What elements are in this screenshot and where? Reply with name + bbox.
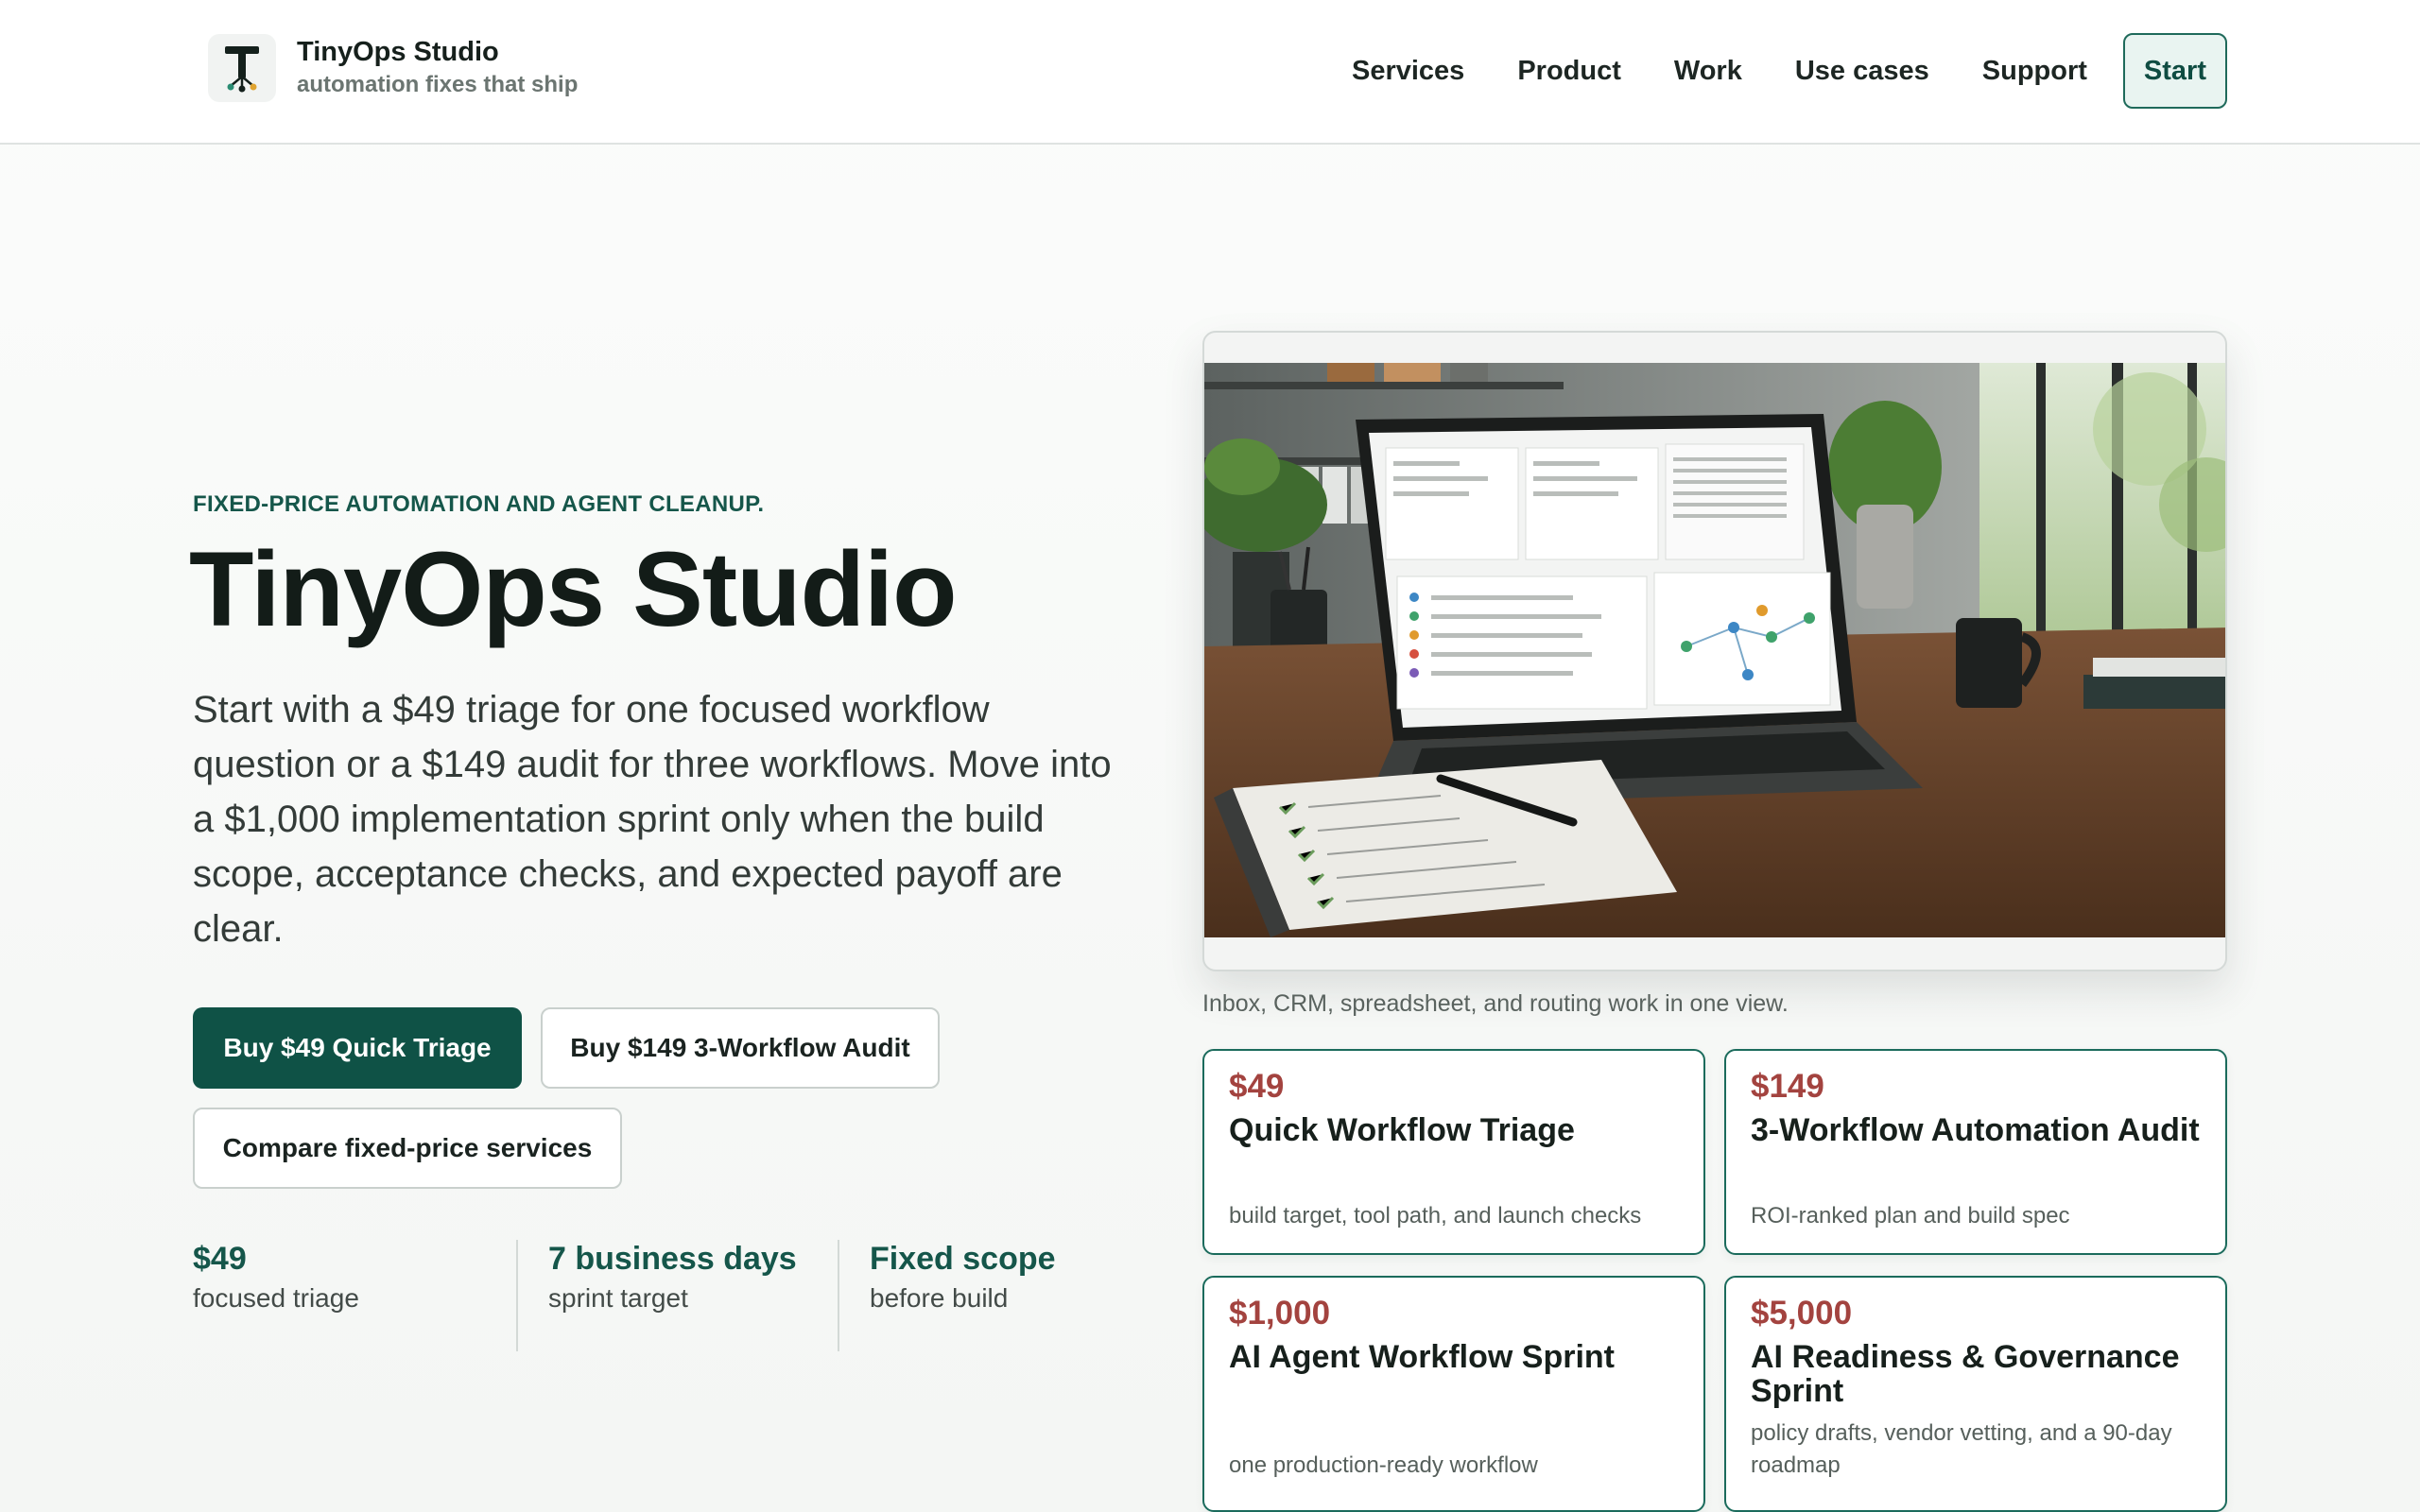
stat-item: Fixed scope before build [839,1240,1123,1353]
card-price: $1,000 [1229,1295,1331,1332]
service-card-workflow-audit[interactable]: $149 3-Workflow Automation Audit ROI-ran… [1724,1049,2227,1255]
brand-text: TinyOps Studio automation fixes that shi… [297,37,578,100]
stat-label: sprint target [548,1282,688,1313]
stat-value: $49 [193,1241,247,1277]
brand[interactable]: TinyOps Studio automation fixes that shi… [208,34,578,102]
card-price: $5,000 [1751,1295,1853,1332]
card-price: $149 [1751,1068,1824,1105]
laptop-desk-illustration [1204,363,2225,937]
buy-quick-triage-button[interactable]: Buy $49 Quick Triage [193,1007,522,1089]
card-title: AI Agent Workflow Sprint [1229,1339,1615,1375]
service-card-agent-sprint[interactable]: $1,000 AI Agent Workflow Sprint one prod… [1202,1276,1705,1512]
card-title: Quick Workflow Triage [1229,1112,1575,1148]
hero-image-caption: Inbox, CRM, spreadsheet, and routing wor… [1202,990,1789,1017]
nav-services[interactable]: Services [1352,34,1464,108]
hero-image [1202,331,2227,971]
card-title: 3-Workflow Automation Audit [1751,1112,2200,1148]
card-description: policy drafts, vendor vetting, and a 90-… [1751,1420,2172,1478]
stat-value: 7 business days [548,1241,797,1277]
stat-item: 7 business days sprint target [518,1240,838,1353]
service-card-governance-sprint[interactable]: $5,000 AI Readiness & Governance Sprint … [1724,1276,2227,1512]
stat-item: $49 focused triage [193,1240,516,1353]
stat-label: focused triage [193,1282,359,1313]
brand-name: TinyOps Studio [297,36,499,67]
hero-eyebrow: FIXED-PRICE AUTOMATION AND AGENT CLEANUP… [193,491,765,517]
tinyops-logo-icon [208,34,276,102]
nav-work[interactable]: Work [1674,34,1742,108]
main-nav: Services Product Work Use cases Support … [1299,33,2227,109]
service-card-quick-triage[interactable]: $49 Quick Workflow Triage build target, … [1202,1049,1705,1255]
hero-stats: $49 focused triage 7 business days sprin… [193,1240,1123,1353]
card-description: build target, tool path, and launch chec… [1229,1203,1642,1228]
card-title: AI Readiness & Governance Sprint [1751,1339,2180,1409]
nav-start-button[interactable]: Start [2122,33,2227,109]
card-description: ROI-ranked plan and build spec [1751,1203,2070,1228]
hero-title: TinyOps Studio [189,530,958,648]
nav-support[interactable]: Support [1982,34,2087,108]
stat-value: Fixed scope [870,1241,1056,1277]
hero-description: Start with a $49 triage for one focused … [193,689,1112,950]
stat-label: before build [870,1282,1009,1313]
compare-services-button[interactable]: Compare fixed-price services [193,1108,622,1189]
brand-tagline: automation fixes that ship [297,72,579,98]
card-description: one production-ready workflow [1229,1452,1538,1478]
nav-use-cases[interactable]: Use cases [1795,34,1929,108]
card-price: $49 [1229,1068,1285,1105]
nav-product[interactable]: Product [1517,34,1621,108]
site-header: TinyOps Studio automation fixes that shi… [0,0,2420,145]
buy-workflow-audit-button[interactable]: Buy $149 3-Workflow Audit [541,1007,940,1089]
